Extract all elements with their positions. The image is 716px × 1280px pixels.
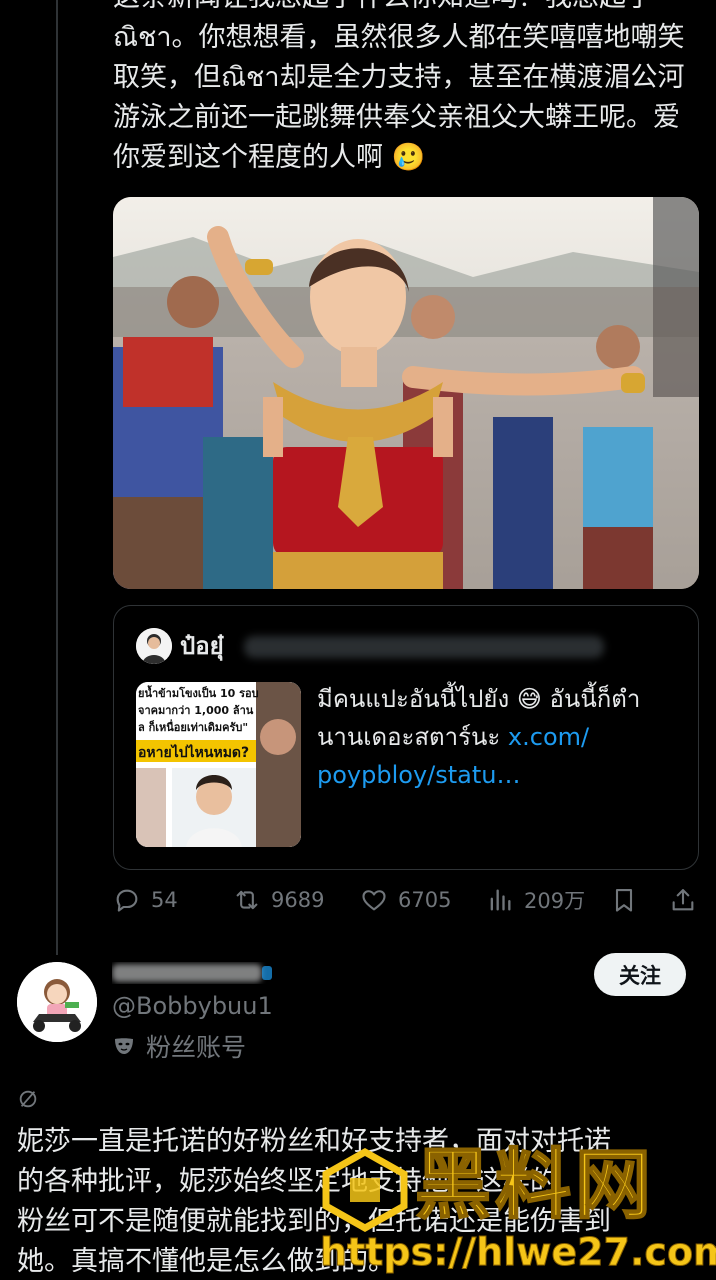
thumb-line: จาคมากว่า 1,000 ล้าน	[138, 704, 254, 717]
quote-link[interactable]: x.com/	[508, 723, 589, 751]
post-text-line: 这条新闻让我想起了什么你知道吗？我想起了	[113, 0, 698, 18]
reply-author-avatar[interactable]	[17, 962, 97, 1042]
bookmark-icon	[615, 889, 633, 912]
post-text-line: 你爱到这个程度的人啊 🥲	[113, 142, 426, 173]
repost-count: 9689	[271, 888, 325, 912]
repost-button[interactable]: 9689	[233, 880, 324, 920]
views-chart-icon	[490, 889, 511, 911]
post-action-bar: 54 9689 6705 209万	[113, 880, 703, 920]
quote-author-meta-blurred	[244, 636, 604, 658]
reply-button[interactable]: 54	[113, 880, 178, 920]
quote-author-avatar[interactable]	[136, 628, 172, 664]
edited-slash-circle-icon	[19, 1090, 37, 1108]
fan-account-text: 粉丝账号	[146, 1033, 247, 1062]
thumb-line: ยน้ำข้ามโขงเป็น 10 รอบ	[138, 685, 259, 700]
post-photo[interactable]	[113, 197, 699, 589]
views-button[interactable]: 209万	[486, 880, 585, 920]
news-thumbnail-icon: ยน้ำข้ามโขงเป็น 10 รอบ จาคมากว่า 1,000 ล…	[136, 682, 301, 847]
quote-author-name: ป๋อยุ๋	[180, 632, 224, 660]
sweat-smile-emoji: 😅	[516, 685, 542, 713]
watermark-url: https://hlwe27.com	[320, 1230, 716, 1275]
follow-button[interactable]: 关注	[594, 953, 686, 996]
watermark-logo-icon	[322, 1148, 408, 1232]
cartoon-avatar-icon	[17, 962, 97, 1042]
post-text: 这条新闻让我想起了什么你知道吗？我想起了 ณิชา。你想想看，虽然很多人都在笑嘻…	[113, 0, 698, 178]
reply-icon	[116, 889, 138, 912]
quote-thumbnail[interactable]: ยน้ำข้ามโขงเป็น 10 รอบ จาคมากว่า 1,000 ล…	[136, 682, 301, 847]
bookmark-button[interactable]	[610, 880, 638, 920]
thumb-line: อหายไปไหนหมด?	[138, 743, 249, 761]
post-text-line: 游泳之前还一起跳舞供奉父亲祖父大蟒王呢。爱	[113, 102, 680, 133]
quote-text-part: อันนี้ก็ตำ	[549, 685, 641, 713]
avatar-icon	[136, 628, 172, 664]
quoted-post[interactable]: ป๋อยุ๋ ยน้ำข้ามโขงเป็น 10 รอบ จาคมากว่า …	[113, 605, 699, 870]
share-icon	[672, 889, 694, 911]
watermark-brand: 黑料网	[414, 1139, 655, 1230]
post-text-line: 取笑，但ณิชา却是全力支持，甚至在横渡湄公河	[113, 62, 685, 93]
mask-icon	[115, 1038, 133, 1054]
repost-icon	[236, 890, 258, 910]
reply-author-handle: @Bobbybuu1	[112, 992, 273, 1020]
quote-link[interactable]: poypbloy/statu…	[317, 761, 520, 789]
heart-icon	[362, 890, 386, 911]
quote-text: มีคนแปะอันนี้ไปยัง 😅 อันนี้ก็ตำ นานเดอะส…	[317, 680, 687, 794]
like-button[interactable]: 6705	[360, 880, 451, 920]
share-button[interactable]	[669, 880, 697, 920]
thread-connector-line	[56, 0, 58, 955]
reply-count: 54	[151, 888, 178, 912]
quote-text-part: นานเดอะสตาร์นะ	[317, 723, 501, 751]
dancer-photo-icon	[113, 197, 699, 589]
views-count: 209万	[524, 889, 586, 913]
fan-account-label: 粉丝账号	[112, 1028, 246, 1064]
site-watermark: 黑料网 https://hlwe27.com	[320, 1139, 716, 1280]
reply-author-name-blurred	[112, 964, 272, 982]
like-count: 6705	[398, 888, 452, 912]
quote-text-part: มีคนแปะอันนี้ไปยัง	[317, 685, 510, 713]
thumb-line: ล ก็เหนื่อยเท่าเดิมครับ"	[138, 719, 248, 734]
post-text-line: ณิชา。你想想看，虽然很多人都在笑嘻嘻地嘲笑	[113, 22, 685, 53]
